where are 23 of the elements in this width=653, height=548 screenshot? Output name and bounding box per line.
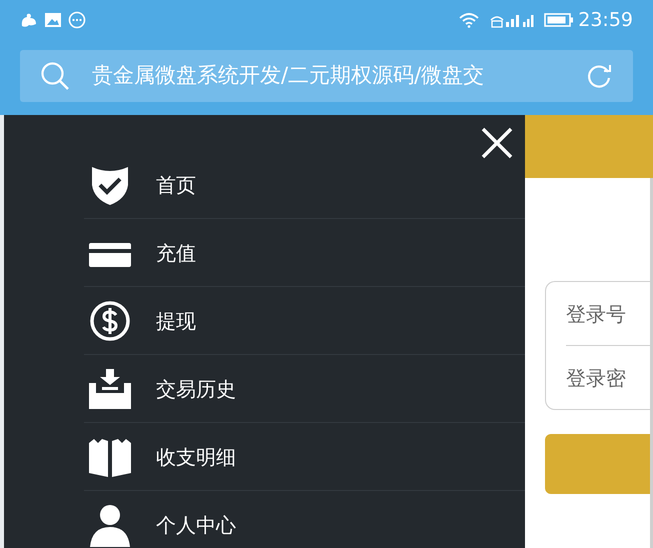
login-form[interactable]: 登录号 登录密 xyxy=(545,281,650,410)
more-icon xyxy=(68,11,86,29)
dollar-circle-icon xyxy=(88,298,132,342)
input-field[interactable]: 登录密 xyxy=(546,346,650,409)
menu-item[interactable]: 交易历史 xyxy=(84,355,525,423)
close-icon xyxy=(481,127,513,159)
address-text: 贵金属微盘系统开发/二元期权源码/微盘交 xyxy=(92,62,484,90)
signal-icon xyxy=(490,12,534,28)
clock: 23:59 xyxy=(578,8,633,33)
menu-item[interactable]: 提现 xyxy=(84,287,525,355)
menu-item[interactable]: 收支明细 xyxy=(84,423,525,491)
close-button[interactable] xyxy=(479,125,515,161)
input-field[interactable]: 登录号 xyxy=(546,282,650,345)
image-icon xyxy=(44,12,62,28)
download-tray-icon xyxy=(88,366,132,410)
refresh-icon[interactable] xyxy=(585,62,613,90)
person-icon xyxy=(88,503,132,547)
menu-item[interactable]: 个人中心 xyxy=(84,491,525,548)
search-icon xyxy=(40,61,70,91)
menu-item[interactable]: 首页 xyxy=(84,151,525,219)
menu-item[interactable]: 充值 xyxy=(84,219,525,287)
battery-icon xyxy=(544,12,574,28)
wifi-icon xyxy=(458,12,480,28)
